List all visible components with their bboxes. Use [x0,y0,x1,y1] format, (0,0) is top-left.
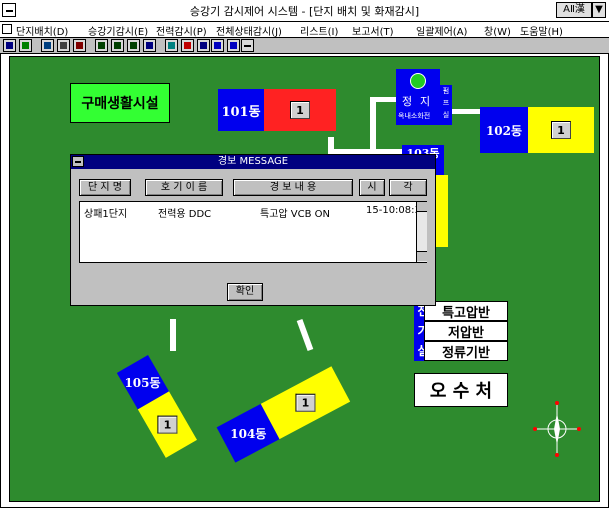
building-101-body[interactable]: 1 [264,89,336,131]
menu-status[interactable]: 전체상태감시(J) [216,23,282,38]
col-content[interactable]: 경 보 내 용 [233,179,353,196]
col-unit[interactable]: 호 기 이 름 [145,179,223,196]
list-scrollbar[interactable] [416,202,427,262]
menu-batch[interactable]: 일괄제어(A) [416,23,467,38]
menu-elevator[interactable]: 승강기감시(E) [88,23,148,38]
facility-label[interactable]: 구매생활시설 [70,83,170,123]
ime-indicator[interactable]: AⅡ漢 [556,2,592,18]
menu-window[interactable]: 창(W) [484,23,511,38]
dialog-title: 경보 MESSAGE [71,155,435,169]
menu-power[interactable]: 전력감시(P) [156,23,207,38]
doc-system-menu-icon[interactable] [2,24,12,34]
hydrant-caption: 옥내소화전 [398,112,431,120]
pump-char-2: 프 [442,99,450,107]
building-101-number: 1 [290,101,310,119]
compass-icon [533,401,581,457]
ok-button[interactable]: 확인 [227,283,263,301]
col-site[interactable]: 단 지 명 [79,179,131,196]
bar-chart2-icon[interactable] [73,39,86,52]
alarm-list[interactable]: 상패1단지 전력용 DDC 특고압 VCB ON 15-10:08:30 [79,201,427,263]
switchgear-high[interactable]: 특고압반 [424,301,508,321]
layout-icon[interactable] [211,39,224,52]
pump-room[interactable]: 펌 프 실 [440,85,452,125]
pipe-v1 [370,97,376,151]
report-icon[interactable] [19,39,32,52]
toolbar [0,38,609,54]
page3-icon[interactable] [127,39,140,52]
alarm-dialog: 경보 MESSAGE 단 지 명 호 기 이 름 경 보 내 용 시 각 상패1… [70,154,436,306]
building-103-body[interactable] [436,175,448,247]
building-104-number: 1 [295,393,316,412]
minimize-button[interactable]: ▼ [592,2,606,18]
menu-danji[interactable]: 단지배치(D) [16,23,68,38]
building-104-body: 1 [260,366,351,440]
switchgear-rectifier[interactable]: 정류기반 [424,341,508,361]
title-bar: 승강기 감시제어 시스템 - [단지 배치 및 화재감시] AⅡ漢 ▼ [0,0,609,22]
cell-content: 특고압 VCB ON [260,209,330,220]
grid-icon[interactable] [41,39,54,52]
control-room[interactable]: 정 지 옥내소화전 [396,69,440,125]
control-char-1: 정 [402,95,413,108]
col-time-b[interactable]: 각 [389,179,427,196]
switchgear-low[interactable]: 저압반 [424,321,508,341]
pipe-v4 [296,318,314,352]
menu-report[interactable]: 보고서(T) [352,23,394,38]
building-104-name: 104동 [230,426,267,441]
pipe-v2 [328,137,334,153]
table-row[interactable]: 상패1단지 전력용 DDC 특고압 VCB ON 15-10:08:30 [80,202,427,220]
building-105-name: 105동 [124,375,161,390]
cell-unit: 전력용 DDC [158,209,212,220]
sewage-label[interactable]: 오 수 처 [414,373,508,407]
building-101-label[interactable]: 101동 [218,89,264,131]
menu-bar: 단지배치(D) 승강기감시(E) 전력감시(P) 전체상태감시(J) 리스트(I… [0,22,609,38]
monitor-icon[interactable] [143,39,156,52]
bar-chart-icon[interactable] [57,39,70,52]
operator-icon [410,73,426,89]
building-102-label[interactable]: 102동 [480,107,528,153]
pipe-v3 [170,319,176,351]
building-105-number: 1 [157,415,178,434]
cell-site: 상패1단지 [84,209,128,220]
building-105[interactable]: 105동 1 [116,355,197,458]
window-title: 승강기 감시제어 시스템 - [단지 배치 및 화재감시] [189,5,420,18]
page-icon[interactable] [95,39,108,52]
building-102-number: 1 [551,121,571,139]
table-icon[interactable] [227,39,240,52]
user-icon[interactable] [197,39,210,52]
pump-char-3: 실 [442,111,450,119]
alert-icon[interactable] [181,39,194,52]
home-icon[interactable] [3,39,16,52]
page2-icon[interactable] [111,39,124,52]
menu-help[interactable]: 도움말(H) [520,23,563,38]
minus-icon[interactable] [241,39,254,52]
building-icon[interactable] [165,39,178,52]
scroll-up-button[interactable] [417,202,427,212]
building-102-body[interactable]: 1 [528,107,594,153]
dialog-system-menu-icon[interactable] [72,156,84,167]
pump-char-1: 펌 [442,87,450,95]
menu-list[interactable]: 리스트(I) [300,23,338,38]
control-char-2: 지 [420,95,431,108]
building-104[interactable]: 104동 1 [216,366,351,463]
col-time-a[interactable]: 시 [359,179,385,196]
scroll-down-button[interactable] [417,251,427,261]
